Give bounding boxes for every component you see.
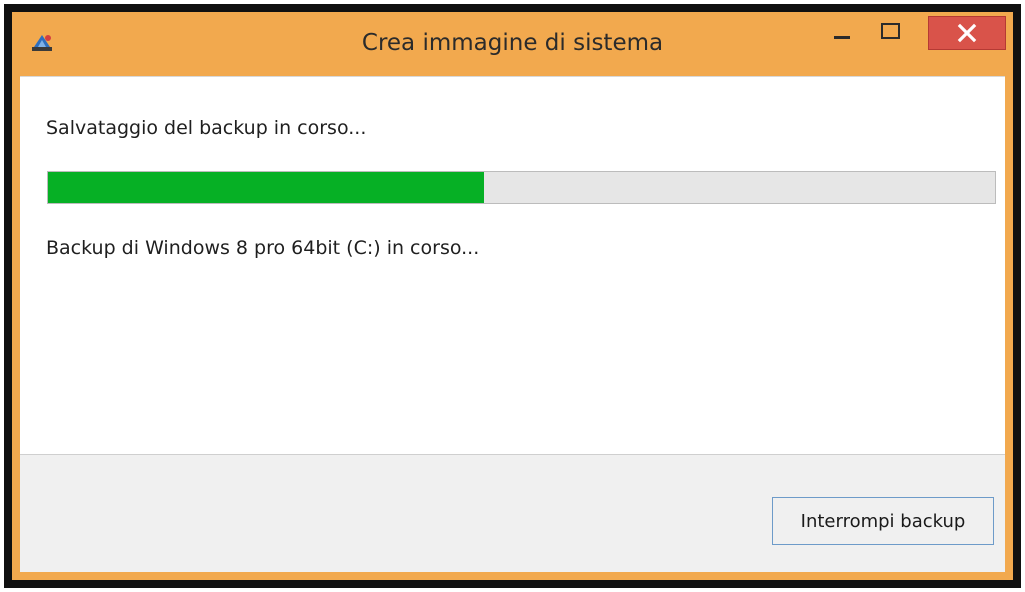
progress-bar: [47, 171, 996, 204]
maximize-icon: [881, 23, 900, 39]
stop-backup-button[interactable]: Interrompi backup: [772, 497, 994, 545]
detail-text: Backup di Windows 8 pro 64bit (C:) in co…: [46, 237, 480, 259]
dialog-footer: Interrompi backup: [20, 454, 1005, 572]
close-icon: [957, 23, 977, 43]
status-text: Salvataggio del backup in corso...: [46, 117, 367, 139]
title-bar[interactable]: Crea immagine di sistema: [12, 12, 1013, 72]
progress-fill: [48, 172, 484, 203]
minimize-button[interactable]: [822, 16, 864, 48]
dialog-content: Salvataggio del backup in corso... Backu…: [20, 76, 1005, 455]
minimize-icon: [834, 36, 850, 39]
dialog-window: Crea immagine di sistema Salvataggio del…: [12, 12, 1013, 580]
close-button[interactable]: [928, 16, 1006, 50]
maximize-button[interactable]: [870, 16, 912, 48]
